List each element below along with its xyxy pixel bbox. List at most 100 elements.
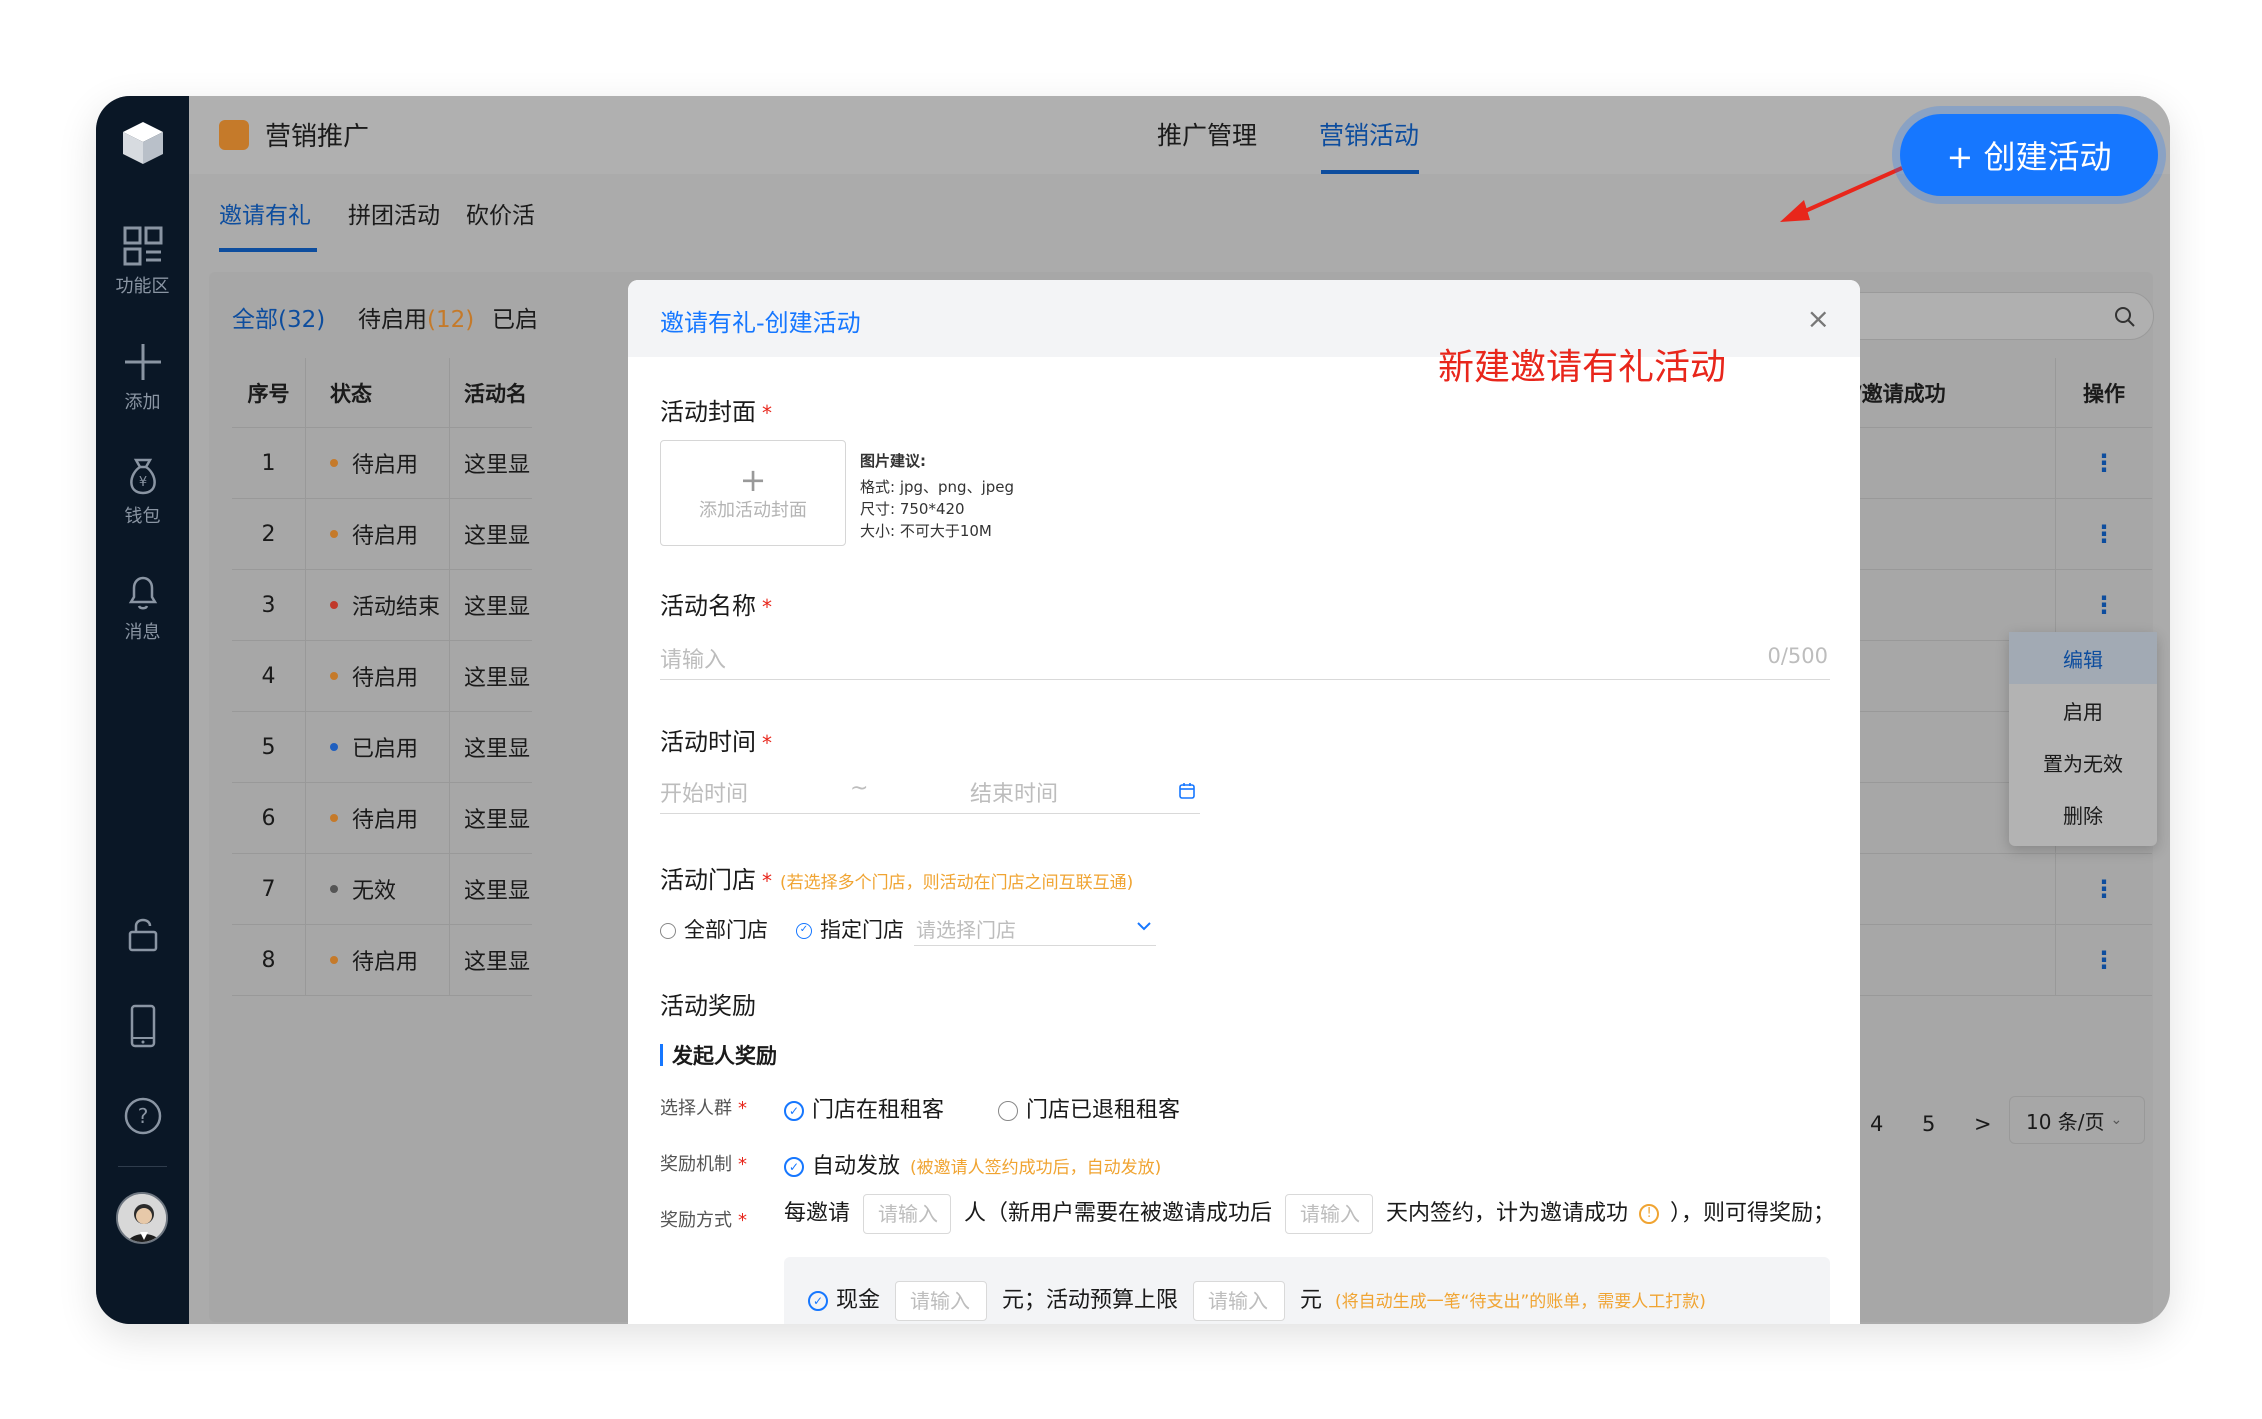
lock-button[interactable]	[96, 914, 189, 960]
name-placeholder: 请输入	[660, 648, 727, 673]
budget-unit: 元	[1300, 1288, 1323, 1313]
sidebar-item-label: 钱包	[124, 506, 161, 527]
table-row[interactable]: 6 待启用 这里显	[232, 783, 532, 854]
table-row[interactable]: 5 已启用 这里显	[232, 712, 532, 783]
crowd-label-text: 选择人群	[660, 1098, 732, 1119]
check-circle-icon: ✓	[784, 1101, 804, 1121]
page-4[interactable]: 4	[1870, 1112, 1883, 1136]
row-name: 这里显	[464, 808, 531, 833]
row-name: 这里显	[464, 950, 531, 975]
svg-text:¥: ¥	[138, 475, 146, 490]
row-status: 无效	[306, 854, 450, 924]
check-circle-icon[interactable]: ✓	[808, 1291, 828, 1311]
table-row[interactable]: 7 无效 这里显	[232, 854, 532, 925]
more-options-icon[interactable]: ⋮	[2056, 428, 2152, 498]
cover-hint-title: 图片建议:	[860, 452, 926, 470]
crowd-opt-former-tenants[interactable]: 门店已退租租客	[998, 1092, 1180, 1124]
cash-label: 现金	[836, 1288, 881, 1313]
mech-auto-issue[interactable]: ✓ 自动发放 (被邀请人签约成功后，自动发放)	[784, 1148, 1161, 1180]
status-dot	[330, 956, 338, 964]
table-row[interactable]: 3 活动结束 这里显	[232, 570, 532, 641]
specific-stores-radio[interactable]: ✓ 指定门店	[796, 914, 904, 944]
table-row[interactable]: 8 待启用 这里显	[232, 925, 532, 996]
filter-all[interactable]: 全部(32)	[232, 300, 325, 334]
end-time-input[interactable]: 结束时间	[970, 776, 1058, 808]
next-page-button[interactable]: >	[1974, 1112, 1992, 1136]
sidebar-item-wallet[interactable]: ¥ 钱包	[96, 456, 189, 528]
invite-count-input[interactable]: 请输入	[863, 1194, 952, 1234]
cover-upload-button[interactable]: + 添加活动封面	[660, 440, 846, 546]
info-icon[interactable]: !	[1639, 1204, 1660, 1224]
filter-pending-label: 待启用	[358, 307, 427, 333]
status-dot	[330, 814, 338, 822]
name-label: 活动名称 *	[660, 586, 772, 621]
budget-note: (将自动生成一笔“待支出”的账单，需要人工打款)	[1335, 1292, 1706, 1312]
row-idx: 8	[232, 925, 306, 995]
page-size-value: 10 条/页	[2026, 1109, 2105, 1134]
status-text: 待启用	[352, 666, 419, 691]
create-activity-modal: 邀请有礼-创建活动 × 活动封面 * + 添加活动封面 图片建议: 格式: jpg…	[628, 280, 1860, 1324]
create-activity-button[interactable]: + 创建活动	[1900, 114, 2158, 196]
more-options-icon[interactable]: ⋮	[2056, 499, 2152, 569]
filter-pending[interactable]: 待启用(12)	[358, 300, 474, 334]
range-separator: ~	[850, 776, 869, 801]
crowd-opt-tenants[interactable]: ✓ 门店在租租客	[784, 1092, 944, 1124]
mech-note: (被邀请人签约成功后，自动发放)	[910, 1158, 1162, 1178]
cover-hint-max: 大小: 不可大于10M	[860, 522, 992, 540]
sidebar: 功能区 添加 ¥ 钱包 消息 ?	[96, 96, 189, 1324]
subtab-invite[interactable]: 邀请有礼	[219, 196, 311, 230]
filter-enabled[interactable]: 已启	[492, 300, 538, 334]
calendar-icon	[1179, 783, 1195, 799]
menu-item-enable[interactable]: 启用	[2009, 684, 2157, 736]
search-icon	[2115, 307, 2135, 327]
menu-item-delete[interactable]: 删除	[2009, 788, 2157, 840]
row-idx: 4	[232, 641, 306, 711]
all-stores-radio[interactable]: 全部门店	[660, 914, 768, 944]
activity-table-left: 序号 状态 活动名 1 待启用 这里显 2 待启用 这里显 3 活动结束 这里显 4 待启用这…	[232, 358, 532, 996]
logo-cube-icon	[96, 96, 189, 188]
sign-days-input[interactable]: 请输入	[1285, 1194, 1374, 1234]
more-options-icon[interactable]: ⋮	[2056, 925, 2152, 995]
table-row[interactable]: 2 待启用 这里显	[232, 499, 532, 570]
cash-text: 元；活动预算上限	[1002, 1288, 1179, 1313]
subtab-bargain[interactable]: 砍价活	[466, 196, 535, 230]
menu-item-edit[interactable]: 编辑	[2009, 632, 2157, 684]
more-options-icon[interactable]: ⋮	[2056, 570, 2152, 640]
row-name: 这里显	[464, 595, 531, 620]
status-dot	[330, 530, 338, 538]
store-select[interactable]: 请选择门店	[914, 910, 1156, 946]
cash-amount-input[interactable]: 请输入	[895, 1281, 988, 1321]
sidebar-item-functions[interactable]: 功能区	[96, 226, 189, 298]
required-mark: *	[738, 1210, 747, 1231]
status-text: 无效	[352, 879, 397, 904]
page-size-select[interactable]: 10 条/页 ⌄	[2009, 1096, 2145, 1144]
budget-limit-input[interactable]: 请输入	[1193, 1281, 1286, 1321]
subtab-group-buy[interactable]: 拼团活动	[348, 196, 440, 230]
money-bag-icon: ¥	[129, 458, 156, 495]
start-time-input[interactable]: 开始时间	[660, 776, 748, 808]
more-options-icon[interactable]: ⋮	[2056, 854, 2152, 924]
close-icon[interactable]: ×	[1807, 302, 1830, 335]
store-select-placeholder: 请选择门店	[916, 918, 1016, 942]
row-name: 这里显	[464, 737, 531, 762]
upload-text: 添加活动封面	[699, 500, 807, 521]
mobile-button[interactable]	[96, 1004, 189, 1054]
tab-promotion[interactable]: 推广管理	[1157, 116, 1257, 152]
status-text: 活动结束	[352, 595, 441, 620]
mechanism-label: 奖励机制 *	[660, 1150, 747, 1176]
sidebar-divider	[118, 1166, 167, 1167]
activity-name-input[interactable]: 请输入 0/500	[660, 632, 1830, 680]
activity-date-range[interactable]: 开始时间 ~ 结束时间	[660, 766, 1200, 814]
table-row[interactable]: 1 待启用 这里显	[232, 428, 532, 499]
avatar[interactable]	[116, 1192, 168, 1244]
page-5[interactable]: 5	[1922, 1112, 1935, 1136]
sidebar-item-messages[interactable]: 消息	[96, 572, 189, 644]
tab-marketing[interactable]: 营销活动	[1319, 116, 1419, 152]
sidebar-item-add[interactable]: 添加	[96, 342, 189, 414]
table-row[interactable]: 4 待启用 这里显	[232, 641, 532, 712]
reward-mode-row: 每邀请 请输入 人（新用户需要在被邀请成功后 请输入 天内签约，计为邀请成功 !…	[784, 1194, 1835, 1234]
menu-item-invalidate[interactable]: 置为无效	[2009, 736, 2157, 788]
help-button[interactable]: ?	[96, 1096, 189, 1142]
col-op-header: 操作	[2083, 381, 2125, 406]
annotation-arrow-icon	[1780, 166, 1903, 222]
